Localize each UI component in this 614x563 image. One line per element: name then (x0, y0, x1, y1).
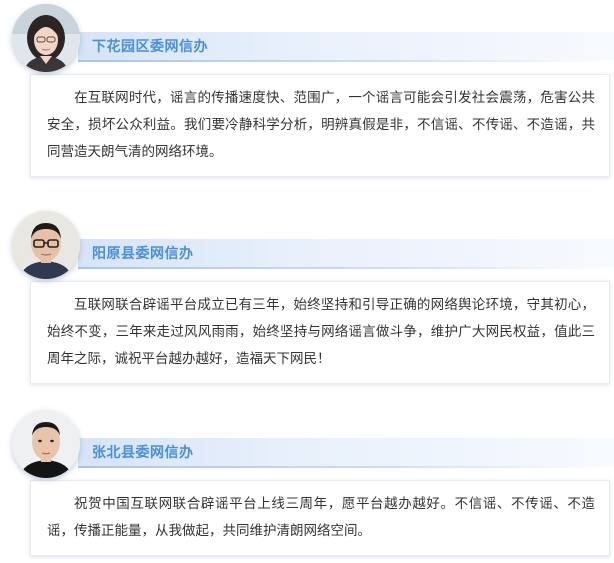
comment-card: 互联网联合辟谣平台成立已有三年，始终坚持和引导正确的网络舆论环境，守其初心，始终… (30, 281, 610, 384)
man-portrait-icon (12, 410, 80, 478)
avatar (12, 410, 80, 478)
woman-portrait-icon (12, 4, 80, 72)
name-bar: 阳原县委网信办 (78, 239, 614, 269)
avatar (12, 211, 80, 279)
organization-name: 阳原县委网信办 (92, 246, 194, 262)
comment-text: 在互联网时代，谣言的传播速度快、范围广，一个谣言可能会引发社会震荡，危害公共安全… (47, 90, 595, 160)
organization-name: 张北县委网信办 (92, 445, 194, 461)
comment-text: 祝贺中国互联网联合辟谣平台上线三周年，愿平台越办越好。不信谣、不传谣、不造谣，传… (47, 496, 595, 539)
comment-text: 互联网联合辟谣平台成立已有三年，始终坚持和引导正确的网络舆论环境，守其初心，始终… (47, 297, 595, 367)
name-bar: 张北县委网信办 (78, 438, 614, 468)
comment-card: 祝贺中国互联网联合辟谣平台上线三周年，愿平台越办越好。不信谣、不传谣、不造谣，传… (30, 480, 610, 556)
man-with-glasses-portrait-icon (12, 211, 80, 279)
avatar (12, 4, 80, 72)
comment-card: 在互联网时代，谣言的传播速度快、范围广，一个谣言可能会引发社会震荡，危害公共安全… (30, 74, 610, 177)
name-bar: 下花园区委网信办 (78, 32, 614, 62)
organization-name: 下花园区委网信办 (92, 39, 208, 55)
